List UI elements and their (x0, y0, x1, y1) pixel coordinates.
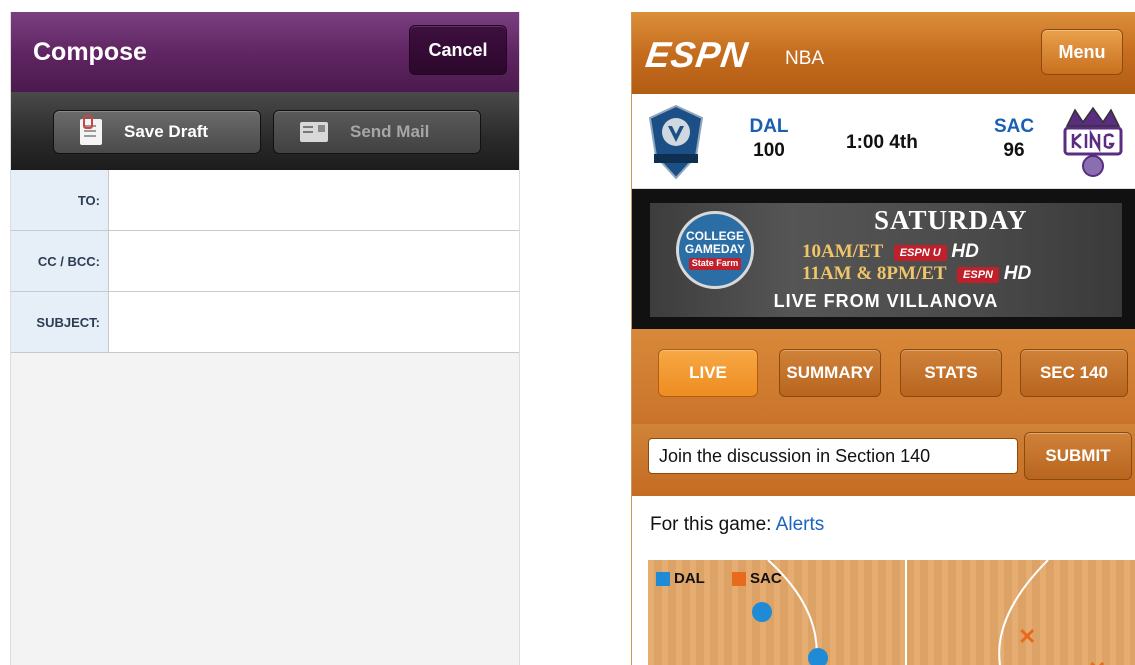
subject-row: SUBJECT: (11, 292, 519, 353)
badge-line-1: COLLEGE (685, 229, 744, 244)
cc-bcc-field[interactable] (110, 231, 519, 291)
home-team[interactable]: DAL 100 (742, 116, 796, 162)
legend-dal-label: DAL (674, 570, 705, 587)
send-mail-button[interactable]: Send Mail (273, 110, 481, 154)
espn-logo: ESPN (643, 34, 751, 75)
save-draft-button[interactable]: Save Draft (53, 110, 261, 154)
mavericks-logo (648, 104, 704, 180)
document-icon (80, 115, 102, 145)
tab-sec-140[interactable]: SEC 140 (1020, 349, 1128, 397)
promo-panel: COLLEGE GAMEDAY State Farm SATURDAY 10AM… (650, 203, 1122, 317)
subject-field[interactable] (110, 292, 519, 352)
tab-summary[interactable]: SUMMARY (779, 349, 881, 397)
mail-icon (300, 122, 328, 142)
tab-stats[interactable]: STATS (900, 349, 1002, 397)
cc-bcc-label: CC / BCC: (11, 231, 109, 291)
legend-dal: DAL (656, 570, 705, 587)
espn-network-badge: ESPN (957, 266, 999, 283)
promo-time-2: 11AM & 8PM/ET ESPN HD (802, 263, 1031, 285)
espnu-network-badge: ESPN U (893, 244, 947, 261)
legend-sac-label: SAC (750, 570, 782, 587)
send-mail-label: Send Mail (350, 122, 430, 141)
to-label: TO: (11, 170, 109, 230)
compose-header: Compose Cancel (11, 12, 519, 92)
scoreboard: DAL 100 1:00 4th SAC 96 (632, 94, 1135, 189)
cancel-button[interactable]: Cancel (409, 25, 507, 75)
kings-logo (1063, 106, 1123, 177)
game-clock: 1:00 4th (846, 132, 918, 153)
compose-screen: Compose Cancel Save Draft Send Mail TO: … (10, 12, 520, 665)
to-row: TO: (11, 170, 519, 231)
sac-miss-marker[interactable]: ✕ (1018, 626, 1036, 648)
cc-bcc-row: CC / BCC: (11, 231, 519, 292)
compose-title: Compose (33, 38, 147, 66)
promo-day: SATURDAY (874, 205, 1028, 235)
shot-chart: DAL SAC ✕ ✕ (648, 560, 1135, 665)
menu-button[interactable]: Menu (1041, 29, 1123, 75)
save-draft-label: Save Draft (124, 122, 209, 141)
gameday-promo-banner[interactable]: COLLEGE GAMEDAY State Farm SATURDAY 10AM… (632, 189, 1135, 329)
away-team-abbr: SAC (993, 116, 1035, 137)
game-tabs: LIVE SUMMARY STATS SEC 140 (632, 329, 1135, 424)
promo-time-1: 10AM/ET ESPN U HD (802, 241, 979, 263)
legend-sac: SAC (732, 570, 782, 587)
discussion-bar: SUBMIT (632, 424, 1135, 496)
alerts-link[interactable]: Alerts (776, 514, 825, 535)
submit-button[interactable]: SUBMIT (1024, 432, 1132, 480)
promo-time-2-text: 11AM & 8PM/ET (802, 263, 947, 284)
sac-miss-marker[interactable]: ✕ (1088, 659, 1106, 665)
badge-sponsor: State Farm (688, 258, 742, 270)
away-team[interactable]: SAC 96 (987, 116, 1041, 162)
screenshot-canvas: Compose Cancel Save Draft Send Mail TO: … (0, 0, 1135, 665)
espn-screen: ESPN NBA Menu DAL 100 1:00 4th SAC 96 CO… (631, 12, 1135, 665)
home-team-abbr: DAL (749, 116, 789, 137)
college-gameday-badge: COLLEGE GAMEDAY State Farm (676, 211, 754, 289)
hd-label-1: HD (951, 241, 979, 262)
home-team-score: 100 (753, 140, 785, 161)
section-title: NBA (785, 48, 825, 69)
to-field[interactable] (110, 170, 519, 230)
compose-toolbar: Save Draft Send Mail (11, 92, 519, 170)
alerts-prefix: For this game: (650, 514, 772, 535)
badge-line-2: GAMEDAY (684, 241, 746, 256)
legend-sac-swatch (732, 571, 746, 586)
dal-shot-marker[interactable] (808, 648, 828, 665)
subject-label: SUBJECT: (11, 292, 109, 352)
promo-time-1-text: 10AM/ET (802, 241, 883, 262)
dal-shot-marker[interactable] (752, 602, 772, 622)
away-team-score: 96 (1003, 140, 1025, 161)
tab-live[interactable]: LIVE (658, 349, 758, 397)
message-body[interactable] (11, 353, 519, 665)
hd-label-2: HD (1003, 263, 1032, 284)
legend-dal-swatch (656, 571, 670, 586)
espn-header: ESPN NBA Menu (632, 12, 1135, 94)
court-lines (767, 560, 1049, 665)
promo-live-text: LIVE FROM VILLANOVA (773, 291, 999, 311)
alerts-line: For this game: Alerts (650, 514, 824, 536)
discussion-input[interactable] (648, 438, 1018, 474)
